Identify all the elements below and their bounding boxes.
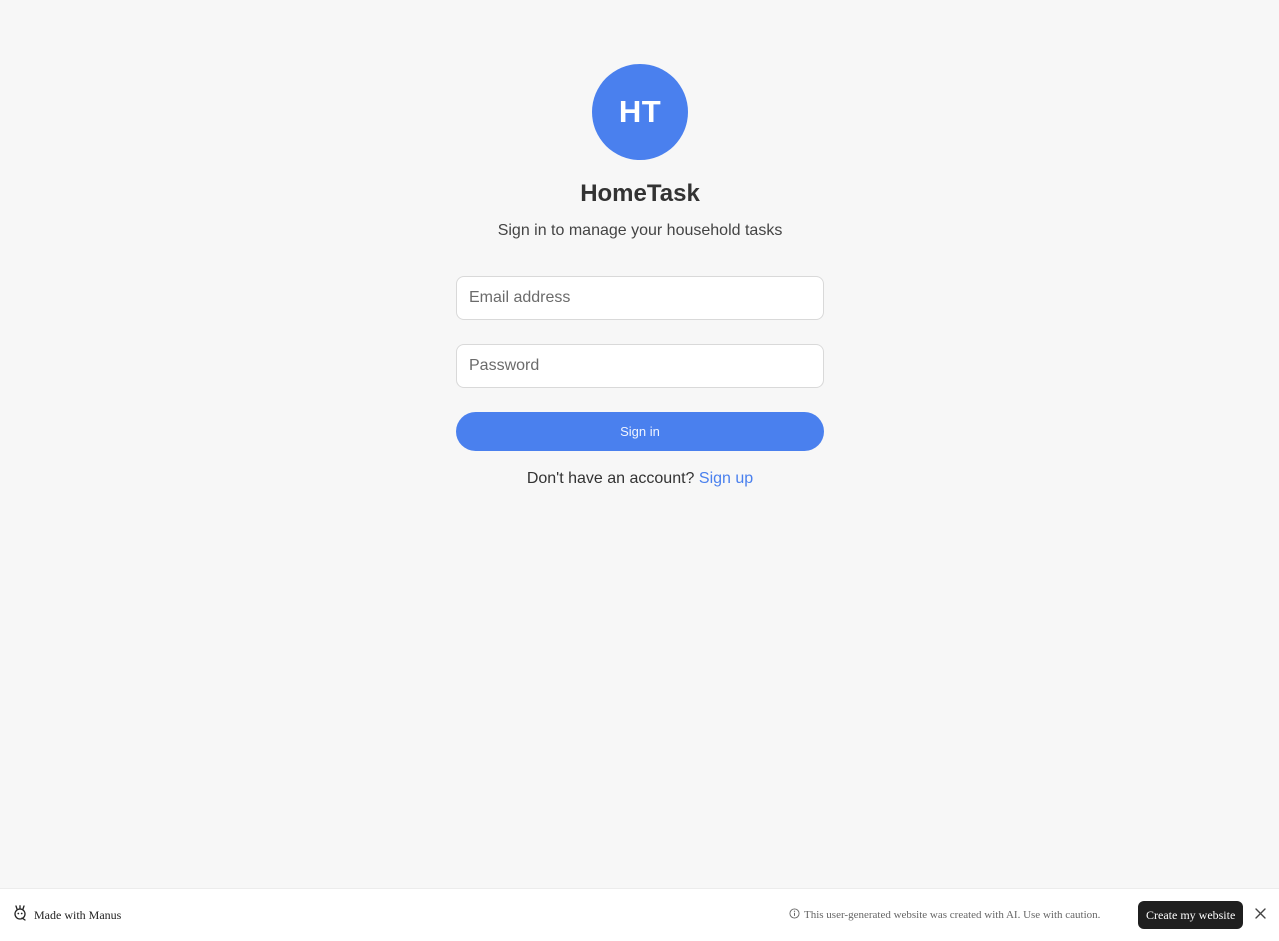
email-field[interactable] [456,276,824,320]
caution-text: This user-generated website was created … [804,909,1101,921]
signup-prompt: Don't have an account? [526,470,695,487]
page-subtitle: Sign in to manage your household tasks [497,222,783,239]
footer-bar: Made with Manus This user-generated webs… [0,888,1279,941]
close-icon [1254,906,1266,924]
ai-caution-notice: This user-generated website was created … [789,908,1100,922]
create-website-button[interactable]: Create my website [1138,901,1244,929]
app-logo: HT [592,64,688,160]
login-card: HT HomeTask Sign in to manage your house… [456,64,824,489]
sign-up-link[interactable]: Sign up [699,470,753,487]
sign-in-button[interactable]: Sign in [456,412,824,451]
made-with-label: Made with Manus [34,907,122,922]
logo-initials: HT [618,94,662,129]
app-title: HomeTask [580,180,700,207]
page: HT HomeTask Sign in to manage your house… [0,0,1279,941]
close-footer-button[interactable] [1253,908,1267,922]
manus-logo-icon [12,905,28,925]
signup-row: Don't have an account? Sign up [527,469,753,489]
password-field[interactable] [456,344,824,388]
made-with-manus[interactable]: Made with Manus [12,905,121,925]
info-icon [789,908,800,922]
